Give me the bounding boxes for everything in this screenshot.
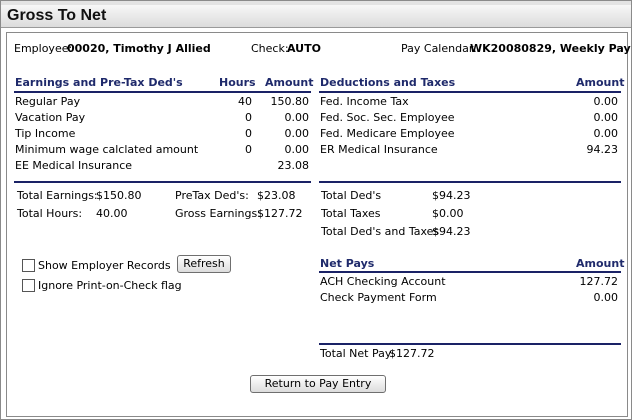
- earning-amount: 0.00: [284, 111, 310, 124]
- earning-label: Tip Income: [15, 127, 76, 140]
- earning-hours: 0: [245, 143, 252, 156]
- employee-value: 00020, Timothy J Allied: [67, 42, 211, 55]
- total-deds-value: $94.23: [432, 189, 471, 202]
- earning-label: EE Medical Insurance: [15, 159, 133, 172]
- net-pays-header: Net Pays: [320, 257, 375, 270]
- deduction-label: Fed. Medicare Employee: [320, 127, 455, 140]
- total-hours-value: 40.00: [96, 207, 128, 220]
- total-earnings-value: $150.80: [96, 189, 142, 202]
- earning-hours: 0: [245, 111, 252, 124]
- ignore-print-flag-label: Ignore Print-on-Check flag: [38, 279, 182, 292]
- earning-label: Minimum wage calclated amount: [15, 143, 199, 156]
- earning-label: Regular Pay: [15, 95, 81, 108]
- total-taxes-label: Total Taxes: [321, 207, 381, 220]
- total-deds-taxes-label: Total Ded's and Taxes: [321, 225, 440, 238]
- net-pays-header-rule: [319, 271, 621, 273]
- return-to-pay-entry-button[interactable]: Return to Pay Entry: [250, 375, 386, 393]
- earnings-hours-header: Hours: [219, 76, 256, 89]
- earning-amount: 0.00: [284, 127, 310, 140]
- deduction-label: ER Medical Insurance: [320, 143, 438, 156]
- net-pay-amount: 127.72: [579, 275, 619, 288]
- deduction-amount: 0.00: [593, 95, 619, 108]
- deduction-label: Fed. Income Tax: [320, 95, 409, 108]
- earning-amount: 23.08: [277, 159, 310, 172]
- ignore-print-flag-checkbox[interactable]: [22, 279, 35, 292]
- earnings-header: Earnings and Pre-Tax Ded's: [15, 76, 183, 89]
- refresh-button[interactable]: Refresh: [177, 255, 231, 273]
- deduction-amount: 0.00: [593, 127, 619, 140]
- pay-calendar-label: Pay Calendar:: [401, 42, 477, 55]
- total-earnings-label: Total Earnings:: [17, 189, 98, 202]
- window-title: Gross To Net: [7, 7, 107, 24]
- total-deds-taxes-value: $94.23: [432, 225, 471, 238]
- earnings-amount-header: Amount: [265, 76, 314, 89]
- total-deds-label: Total Ded's: [321, 189, 382, 202]
- show-employer-records-label: Show Employer Records: [38, 259, 171, 272]
- pretax-deds-label: PreTax Ded's:: [175, 189, 249, 202]
- deduction-label: Fed. Soc. Sec. Employee: [320, 111, 455, 124]
- total-taxes-value: $0.00: [432, 207, 464, 220]
- title-bar: Gross To Net: [1, 5, 631, 28]
- total-hours-label: Total Hours:: [17, 207, 83, 220]
- deductions-amount-header: Amount: [576, 76, 625, 89]
- net-pay-label: Check Payment Form: [320, 291, 437, 304]
- net-pay-amount: 0.00: [593, 291, 619, 304]
- earning-hours: 0: [245, 127, 252, 140]
- earning-amount: 0.00: [284, 143, 310, 156]
- check-value: AUTO: [287, 42, 321, 55]
- check-label: Check:: [251, 42, 289, 55]
- earnings-header-rule: [14, 91, 311, 93]
- deductions-header-rule: [319, 91, 621, 93]
- pay-calendar-value: WK20080829, Weekly Payroll: [470, 42, 631, 55]
- earning-label: Vacation Pay: [15, 111, 86, 124]
- total-net-pay-label: Total Net Pay:: [320, 347, 395, 360]
- gross-earnings-label: Gross Earnings:: [175, 207, 261, 220]
- total-net-pay-value: $127.72: [389, 347, 435, 360]
- earnings-totals-rule: [14, 181, 311, 183]
- net-pay-label: ACH Checking Account: [320, 275, 446, 288]
- net-pays-amount-header: Amount: [576, 257, 625, 270]
- employee-label: Employee:: [14, 42, 73, 55]
- pretax-deds-value: $23.08: [257, 189, 296, 202]
- content-panel: Employee: 00020, Timothy J Allied Check:…: [6, 32, 631, 417]
- net-pay-total-rule: [319, 343, 621, 345]
- deduction-amount: 0.00: [593, 111, 619, 124]
- earning-amount: 150.80: [270, 95, 310, 108]
- deductions-header: Deductions and Taxes: [320, 76, 456, 89]
- show-employer-records-checkbox[interactable]: [22, 259, 35, 272]
- gross-earnings-value: $127.72: [257, 207, 303, 220]
- gross-to-net-window: Gross To Net Employee: 00020, Timothy J …: [0, 0, 632, 420]
- deductions-totals-rule: [319, 181, 621, 183]
- earning-hours: 40: [238, 95, 252, 108]
- deduction-amount: 94.23: [586, 143, 619, 156]
